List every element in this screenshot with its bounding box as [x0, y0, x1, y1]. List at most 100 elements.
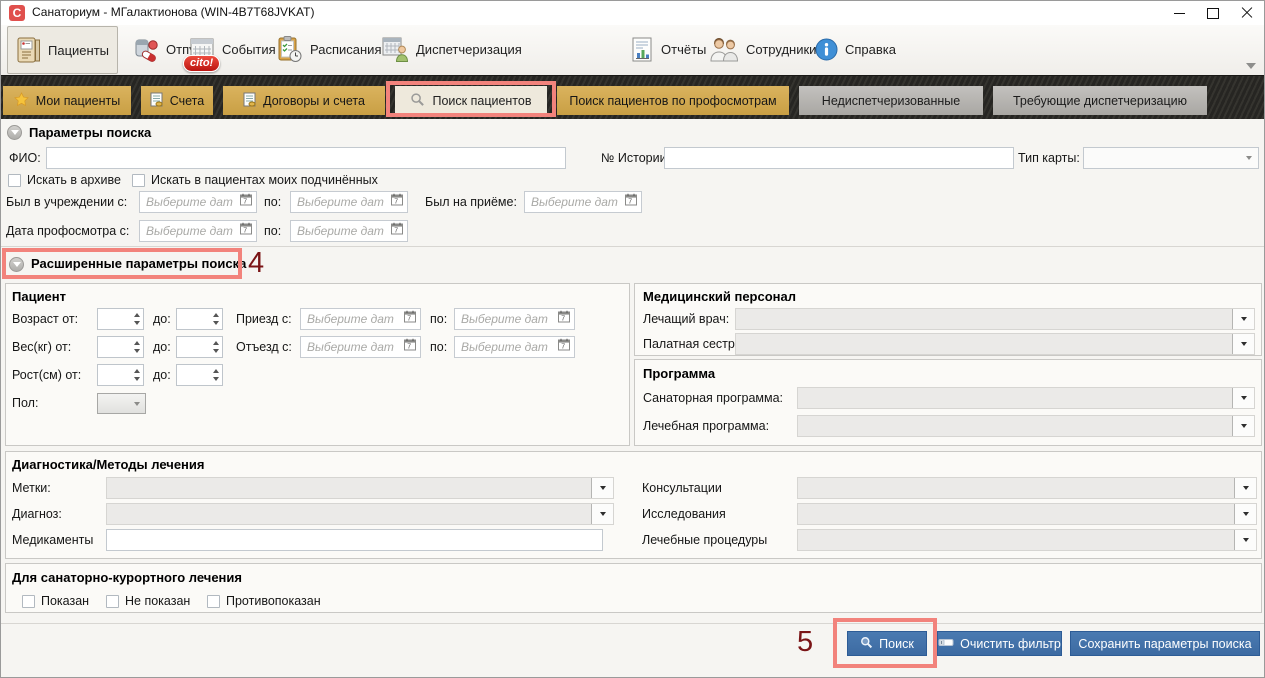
- toolbar-label: Расписания: [310, 42, 381, 57]
- toolbar-overflow-chevron-icon[interactable]: [1246, 63, 1256, 69]
- tags-dropdown[interactable]: [106, 477, 614, 499]
- subordinates-checkbox-label[interactable]: Искать в пациентах моих подчинённых: [151, 169, 378, 191]
- toolbar-label: Сотрудники: [746, 42, 816, 57]
- calendar-icon[interactable]: 7: [558, 338, 570, 356]
- calendar-icon[interactable]: 7: [240, 222, 252, 240]
- spinner-arrows[interactable]: [130, 309, 143, 329]
- spinner-arrows[interactable]: [130, 365, 143, 385]
- toolbar-button-employees[interactable]: Сотрудники: [701, 26, 824, 72]
- indicated-checkbox[interactable]: [22, 595, 35, 608]
- weight-to-spinner[interactable]: [176, 336, 223, 358]
- tab-patient-search[interactable]: Поиск пациентов: [395, 86, 547, 115]
- calendar-icon[interactable]: 7: [404, 310, 416, 328]
- tab-require-dispatch[interactable]: Требующие диспетчеризацию: [993, 86, 1207, 115]
- tab-undispatched[interactable]: Недиспетчеризованные: [799, 86, 983, 115]
- chevron-down-icon[interactable]: [1232, 334, 1254, 354]
- sanatorium-program-dropdown[interactable]: [797, 387, 1255, 409]
- nurse-dropdown[interactable]: [735, 333, 1255, 355]
- contraindicated-checkbox[interactable]: [207, 595, 220, 608]
- indicated-checkbox-label[interactable]: Показан: [41, 590, 89, 612]
- toolbar-button-schedules[interactable]: Расписания: [269, 26, 389, 72]
- profexam-to-date-field[interactable]: Выберите дат 7: [290, 220, 408, 242]
- cito-badge: cito!: [183, 55, 220, 72]
- chevron-down-icon[interactable]: [1232, 388, 1254, 408]
- toolbar-button-help[interactable]: Справка: [807, 26, 904, 72]
- svg-text:7: 7: [243, 199, 247, 206]
- chevron-down-icon[interactable]: [1234, 478, 1256, 498]
- height-from-spinner[interactable]: [97, 364, 144, 386]
- toolbar-button-dispatch[interactable]: Диспетчеризация: [373, 26, 530, 72]
- archive-checkbox-label[interactable]: Искать в архиве: [27, 169, 121, 191]
- not-indicated-checkbox[interactable]: [106, 595, 119, 608]
- departure-from-label: Отъезд с:: [236, 336, 292, 358]
- departure-from-date-field[interactable]: Выберите дат 7: [300, 336, 421, 358]
- arrival-from-date-field[interactable]: Выберите дат 7: [300, 308, 421, 330]
- card-type-label: Тип карты:: [1018, 147, 1080, 169]
- contraindicated-checkbox-label[interactable]: Противопоказан: [226, 590, 321, 612]
- height-from-label: Рост(см) от:: [12, 364, 81, 386]
- appointment-date-field[interactable]: Выберите дат 7: [524, 191, 642, 213]
- maximize-button[interactable]: [1196, 1, 1230, 25]
- history-number-input[interactable]: [664, 147, 1014, 169]
- tab-my-patients[interactable]: Мои пациенты: [3, 86, 131, 115]
- height-to-spinner[interactable]: [176, 364, 223, 386]
- minimize-button[interactable]: [1162, 1, 1196, 25]
- spinner-arrows[interactable]: [209, 337, 222, 357]
- research-dropdown[interactable]: [797, 503, 1257, 525]
- annotation-number-4: 4: [248, 248, 264, 278]
- spinner-arrows[interactable]: [209, 365, 222, 385]
- facility-from-date-field[interactable]: Выберите дат 7: [139, 191, 257, 213]
- clear-filter-button[interactable]: Очистить фильтр: [937, 631, 1062, 656]
- chevron-down-icon[interactable]: [1234, 504, 1256, 524]
- collapse-advanced-button[interactable]: [9, 257, 24, 272]
- spinner-arrows[interactable]: [130, 337, 143, 357]
- calendar-icon[interactable]: 7: [558, 310, 570, 328]
- chevron-down-icon: [13, 262, 21, 267]
- departure-to-date-field[interactable]: Выберите дат 7: [454, 336, 575, 358]
- diagnosis-dropdown[interactable]: [106, 503, 614, 525]
- calendar-icon[interactable]: 7: [240, 193, 252, 211]
- calendar-icon[interactable]: 7: [625, 193, 637, 211]
- calendar-icon[interactable]: 7: [404, 338, 416, 356]
- procedures-label: Лечебные процедуры: [642, 529, 767, 551]
- svg-text:7: 7: [561, 344, 565, 351]
- card-type-dropdown[interactable]: [1083, 147, 1259, 169]
- arrival-to-date-field[interactable]: Выберите дат 7: [454, 308, 575, 330]
- chevron-down-icon[interactable]: [1234, 530, 1256, 550]
- tab-contracts-invoices[interactable]: Договоры и счета: [223, 86, 385, 115]
- consultations-dropdown[interactable]: [797, 477, 1257, 499]
- tab-label: Требующие диспетчеризацию: [1013, 94, 1187, 108]
- procedures-dropdown[interactable]: [797, 529, 1257, 551]
- gender-dropdown[interactable]: [97, 393, 146, 414]
- calendar-icon[interactable]: 7: [391, 222, 403, 240]
- close-button[interactable]: [1230, 1, 1264, 25]
- divider: [1, 623, 1264, 624]
- doctor-dropdown[interactable]: [735, 308, 1255, 330]
- collapse-params-button[interactable]: [7, 125, 22, 140]
- fio-input[interactable]: [46, 147, 566, 169]
- search-button[interactable]: Поиск: [847, 631, 927, 656]
- weight-from-spinner[interactable]: [97, 336, 144, 358]
- medications-input[interactable]: [106, 529, 603, 551]
- appointment-label: Был на приёме:: [425, 191, 517, 213]
- spinner-arrows[interactable]: [209, 309, 222, 329]
- chevron-down-icon[interactable]: [591, 478, 613, 498]
- chevron-down-icon[interactable]: [1232, 416, 1254, 436]
- save-params-button[interactable]: Сохранить параметры поиска: [1070, 631, 1260, 656]
- tab-invoices[interactable]: Счета: [141, 86, 213, 115]
- not-indicated-checkbox-label[interactable]: Не показан: [125, 590, 190, 612]
- toolbar-button-patients[interactable]: Пациенты: [7, 26, 118, 74]
- chevron-down-icon[interactable]: [591, 504, 613, 524]
- archive-checkbox[interactable]: [8, 174, 21, 187]
- facility-to-date-field[interactable]: Выберите дат 7: [290, 191, 408, 213]
- age-to-spinner[interactable]: [176, 308, 223, 330]
- calendar-icon[interactable]: 7: [391, 193, 403, 211]
- age-from-spinner[interactable]: [97, 308, 144, 330]
- treatment-program-dropdown[interactable]: [797, 415, 1255, 437]
- profexam-from-date-field[interactable]: Выберите дат 7: [139, 220, 257, 242]
- toolbar-label: Отчёты: [661, 42, 706, 57]
- chevron-down-icon[interactable]: [1232, 309, 1254, 329]
- spa-section-title: Для санаторно-курортного лечения: [12, 570, 242, 586]
- subordinates-checkbox[interactable]: [132, 174, 145, 187]
- tab-profexam-search[interactable]: Поиск пациентов по профосмотрам: [557, 86, 789, 115]
